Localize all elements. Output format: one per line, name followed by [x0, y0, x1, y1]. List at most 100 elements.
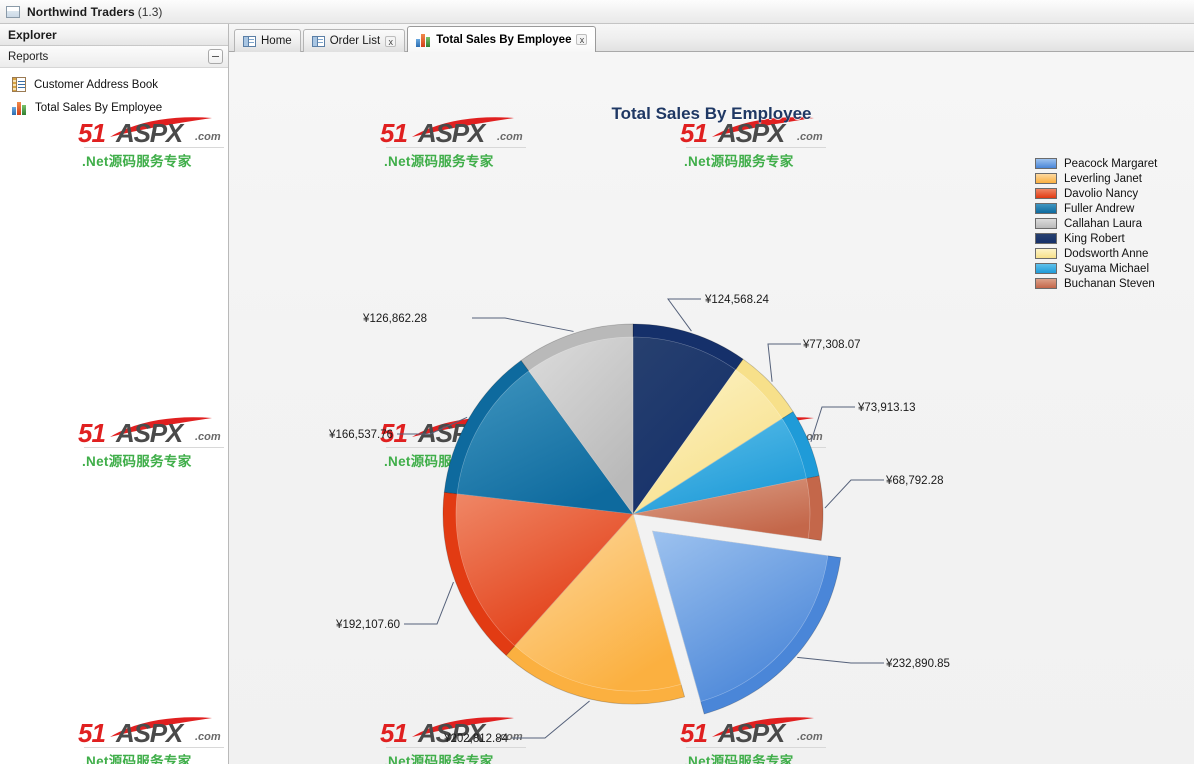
sidebar-item-customer-address-book[interactable]: Customer Address Book [0, 73, 228, 96]
callout-line [397, 416, 468, 435]
legend-item[interactable]: Fuller Andrew [1035, 201, 1157, 216]
legend-label: Dodsworth Anne [1064, 247, 1149, 260]
bar-chart-icon [416, 33, 431, 47]
callout-line [797, 656, 884, 664]
watermark-51: 51 [78, 718, 106, 748]
chart-legend: Peacock Margaret Leverling Janet Davolio N… [1035, 156, 1157, 291]
legend-swatch [1035, 233, 1057, 244]
sidebar-item-label: Customer Address Book [34, 78, 159, 91]
watermark-com: .com [195, 731, 221, 743]
legend-swatch [1035, 248, 1057, 259]
watermark-aspx: ASPX [116, 718, 183, 748]
callout-line [512, 700, 590, 739]
close-icon[interactable]: x [385, 35, 397, 47]
legend-label: King Robert [1064, 232, 1125, 245]
callout-line [767, 343, 801, 382]
pie-slice-value-label: ¥124,568.24 [704, 294, 770, 306]
callout-line [824, 479, 884, 509]
explorer-header: Explorer [0, 24, 228, 46]
report-canvas: 51 ASPX .com .Net源码服务专家 51 ASPX .com .Ne… [229, 52, 1194, 764]
legend-item[interactable]: King Robert [1035, 231, 1157, 246]
address-book-icon [12, 77, 26, 92]
close-icon[interactable]: x [576, 34, 588, 45]
reports-tree: Customer Address Book Total Sales By Emp… [0, 68, 228, 119]
watermark-swoosh-icon [110, 417, 212, 437]
watermark: 51 ASPX .com .Net源码服务专家 [78, 717, 228, 764]
tab-label: Total Sales By Employee [436, 33, 572, 46]
reports-group-label: Reports [8, 50, 49, 63]
legend-label: Callahan Laura [1064, 217, 1143, 230]
watermark-51: 51 [78, 118, 106, 148]
watermark-swoosh-icon [110, 717, 212, 737]
callout-line [667, 298, 701, 332]
tab-order-list[interactable]: Order List x [302, 29, 406, 52]
sidebar-item-label: Total Sales By Employee [35, 101, 163, 114]
app-version: (1.3) [137, 4, 163, 19]
sidebar-item-total-sales-by-employee[interactable]: Total Sales By Employee [0, 96, 228, 119]
legend-label: Buchanan Steven [1064, 277, 1155, 290]
pie-slice-value-label: ¥73,913.13 [857, 402, 916, 414]
content-pane: Home Order List x Total Sales By Employe… [229, 24, 1194, 764]
legend-item[interactable]: Davolio Nancy [1035, 186, 1157, 201]
bar-chart-icon [12, 101, 27, 115]
callout-line [404, 581, 454, 625]
pie-slice-value-label: ¥202,812.84 [443, 733, 509, 745]
watermark-rule [84, 147, 224, 148]
legend-swatch [1035, 173, 1057, 184]
legend-item[interactable]: Peacock Margaret [1035, 156, 1157, 171]
watermark: 51 ASPX .com .Net源码服务专家 [78, 117, 228, 169]
legend-label: Fuller Andrew [1064, 202, 1135, 215]
watermark-com: .com [195, 431, 221, 443]
tab-strip: Home Order List x Total Sales By Employe… [229, 24, 1194, 52]
watermark: 51 ASPX .com .Net源码服务专家 [78, 417, 228, 469]
legend-label: Peacock Margaret [1064, 157, 1158, 170]
legend-swatch [1035, 263, 1057, 274]
body-area: Explorer Reports Customer Address Book T… [0, 24, 1194, 764]
watermark-com: .com [195, 131, 221, 143]
callout-line [472, 317, 574, 332]
watermark-rule [84, 747, 224, 748]
legend-label: Leverling Janet [1064, 172, 1142, 185]
legend-item[interactable]: Buchanan Steven [1035, 276, 1157, 291]
legend-swatch [1035, 278, 1057, 289]
pie-slice-value-label: ¥166,537.76 [328, 429, 393, 441]
legend-swatch [1035, 218, 1057, 229]
watermark-tagline: .Net源码服务专家 [82, 454, 192, 469]
reports-group-header[interactable]: Reports [0, 46, 228, 68]
legend-item[interactable]: Callahan Laura [1035, 216, 1157, 231]
watermark-rule [84, 447, 224, 448]
explorer-sidebar: Explorer Reports Customer Address Book T… [0, 24, 229, 764]
legend-label: Davolio Nancy [1064, 187, 1139, 200]
watermark-swoosh-icon [110, 117, 212, 137]
explorer-title: Explorer [8, 27, 57, 42]
legend-item[interactable]: Suyama Michael [1035, 261, 1157, 276]
grid-icon [311, 35, 325, 47]
legend-item[interactable]: Dodsworth Anne [1035, 246, 1157, 261]
pie-slice-value-label: ¥126,862.28 [362, 313, 427, 325]
pie-slice-value-label: ¥68,792.28 [885, 475, 944, 487]
tab-label: Home [261, 35, 292, 47]
legend-swatch [1035, 203, 1057, 214]
pie-slice-value-label: ¥77,308.07 [802, 339, 861, 351]
callout-line [810, 406, 855, 442]
pie-slice-value-label: ¥192,107.60 [335, 619, 400, 631]
minus-icon[interactable] [208, 49, 223, 64]
title-bar: Northwind Traders (1.3) [0, 0, 1194, 24]
window-icon [6, 5, 20, 18]
watermark-tagline: .Net源码服务专家 [82, 154, 192, 169]
app-title: Northwind Traders [27, 4, 135, 19]
tab-label: Order List [329, 35, 381, 47]
tab-home[interactable]: Home [234, 29, 301, 52]
legend-swatch [1035, 188, 1057, 199]
watermark-aspx: ASPX [116, 118, 183, 148]
watermark-tagline: .Net源码服务专家 [82, 754, 192, 764]
pie-slice-value-label: ¥232,890.85 [885, 658, 950, 670]
watermark-51: 51 [78, 418, 106, 448]
legend-swatch [1035, 158, 1057, 169]
application-window: Northwind Traders (1.3) Explorer Reports… [0, 0, 1194, 764]
grid-icon [243, 35, 256, 47]
legend-label: Suyama Michael [1064, 262, 1150, 275]
legend-item[interactable]: Leverling Janet [1035, 171, 1157, 186]
watermark-aspx: ASPX [116, 418, 183, 448]
tab-total-sales-by-employee[interactable]: Total Sales By Employee x [407, 26, 597, 52]
